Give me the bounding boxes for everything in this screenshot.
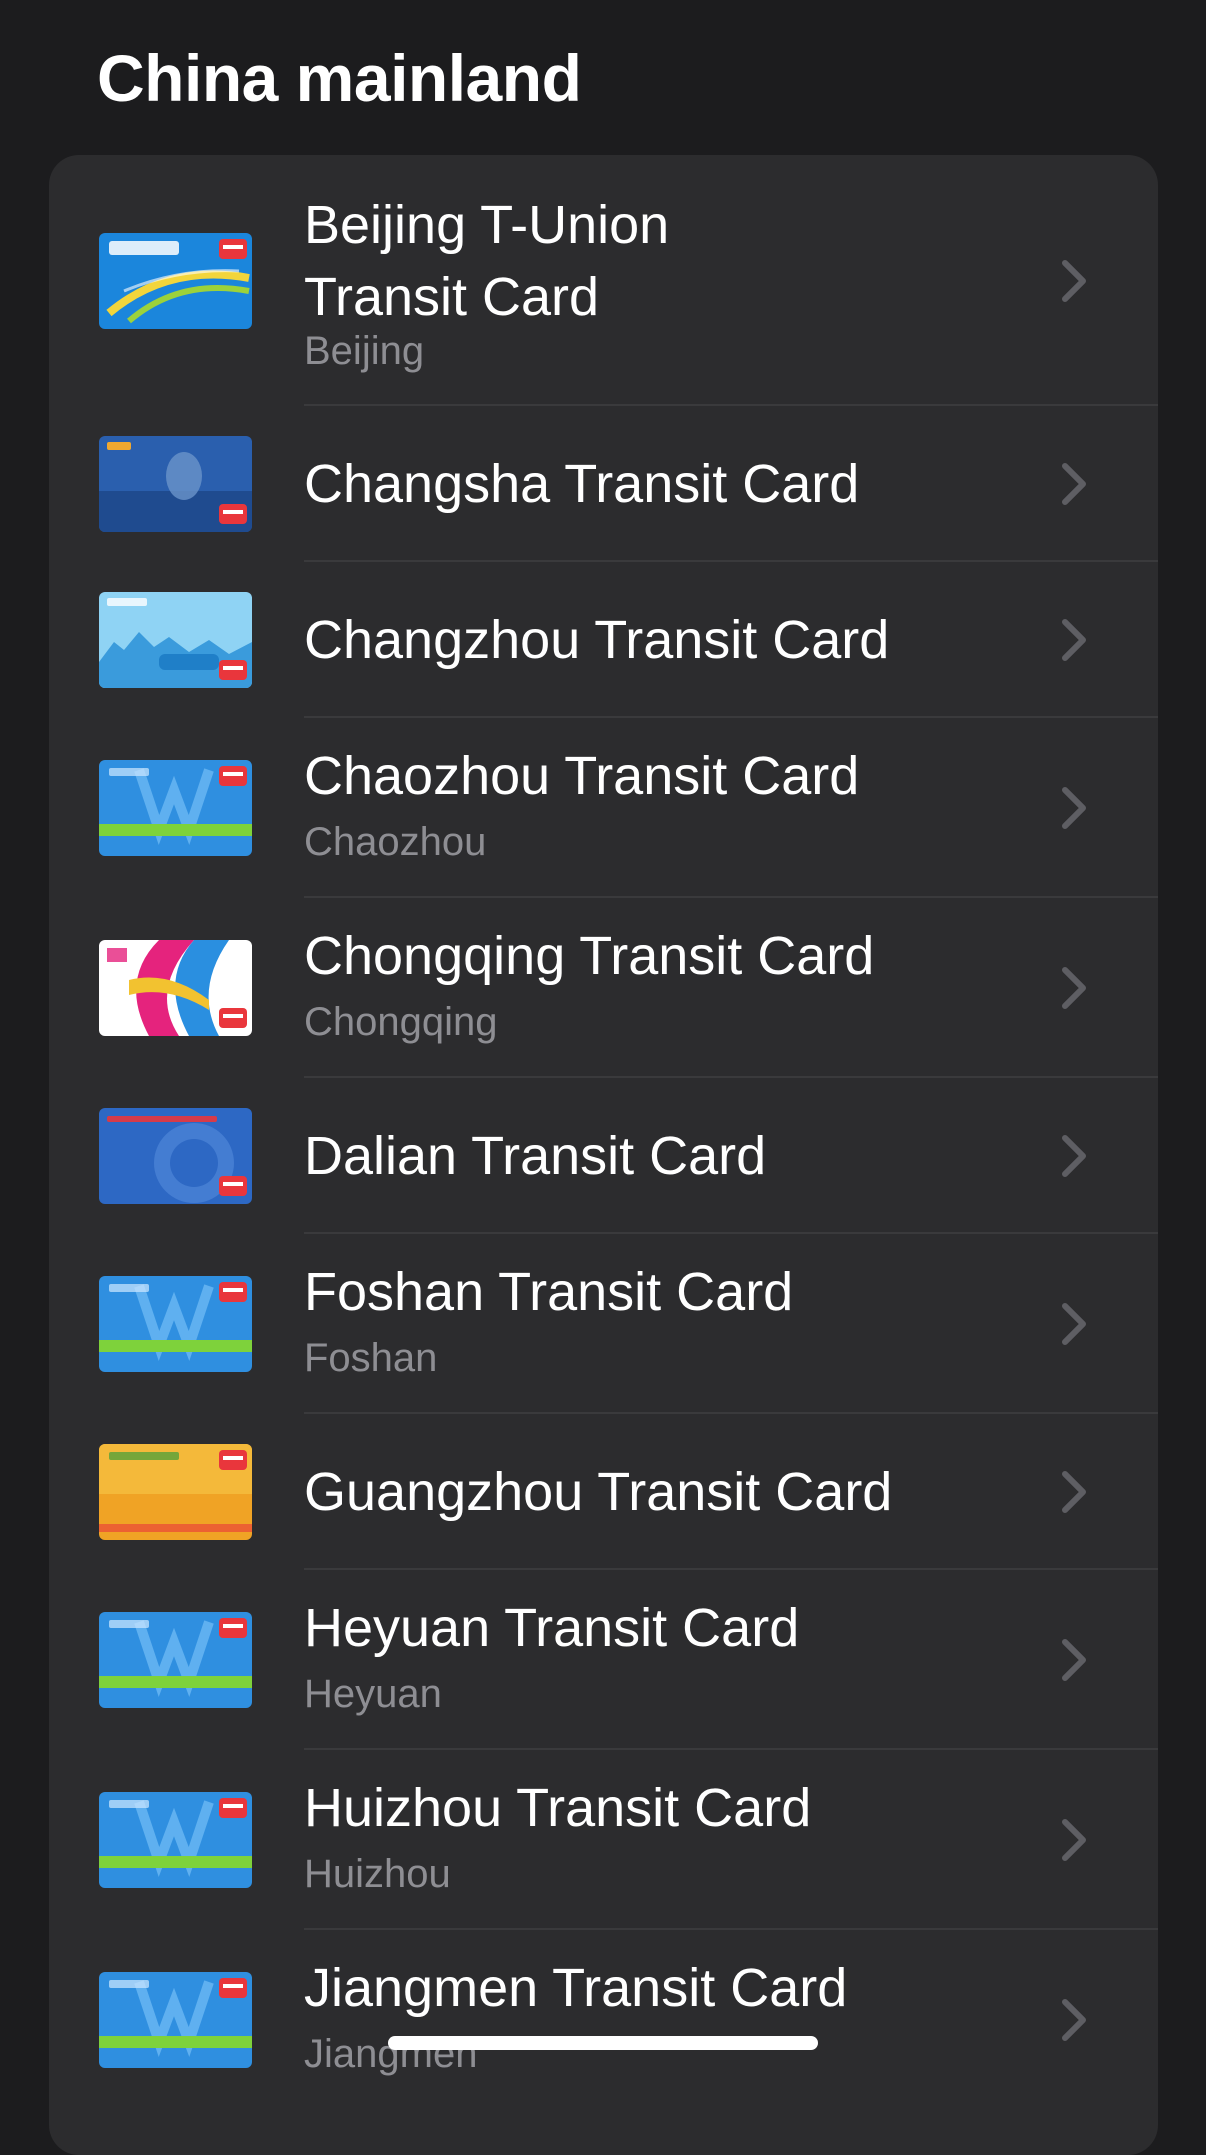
- home-indicator[interactable]: [388, 2036, 818, 2050]
- guangdong-lingnan-card-art: [99, 1612, 252, 1708]
- list-item-chaozhou[interactable]: Chaozhou Transit Card Chaozhou: [49, 718, 1158, 898]
- changzhou-card-art: [99, 592, 252, 688]
- card-subtitle: Chaozhou: [304, 820, 487, 864]
- section-title: China mainland: [97, 41, 582, 115]
- guangdong-lingnan-card-art: [99, 760, 252, 856]
- card-title: Changsha Transit Card: [304, 454, 860, 514]
- card-thumbnail-huizhou: [99, 1792, 252, 1888]
- dalian-card-art: [99, 1108, 252, 1204]
- chevron-right-icon: [1059, 616, 1089, 664]
- list-item-jiangmen[interactable]: Jiangmen Transit Card Jiangmen: [49, 1930, 1158, 2110]
- chevron-right-icon: [1059, 460, 1089, 508]
- guangzhou-card-art: [99, 1444, 252, 1540]
- card-thumbnail-foshan: [99, 1276, 252, 1372]
- beijing-card-art: [99, 233, 252, 329]
- guangdong-lingnan-card-art: [99, 1792, 252, 1888]
- chevron-right-icon: [1059, 257, 1089, 305]
- chevron-right-icon: [1059, 1636, 1089, 1684]
- transit-card-list: Beijing T-Union Transit Card Beijing Cha…: [49, 155, 1158, 2155]
- card-thumbnail-chongqing: [99, 940, 252, 1036]
- list-item-beijing[interactable]: Beijing T-Union Transit Card Beijing: [49, 155, 1158, 406]
- list-item-dalian[interactable]: Dalian Transit Card: [49, 1078, 1158, 1234]
- card-subtitle: Heyuan: [304, 1672, 442, 1716]
- card-thumbnail-guangzhou: [99, 1444, 252, 1540]
- card-title: Dalian Transit Card: [304, 1126, 767, 1186]
- card-title: Changzhou Transit Card: [304, 610, 890, 670]
- card-thumbnail-heyuan: [99, 1612, 252, 1708]
- card-thumbnail-changsha: [99, 436, 252, 532]
- card-title-line-2: Transit Card: [304, 267, 600, 327]
- card-thumbnail-changzhou: [99, 592, 252, 688]
- guangdong-lingnan-card-art: [99, 1972, 252, 2068]
- card-title: Beijing T-Union: [304, 195, 670, 255]
- card-subtitle: Beijing: [304, 329, 425, 373]
- card-title: Huizhou Transit Card: [304, 1778, 812, 1838]
- card-subtitle: Huizhou: [304, 1852, 451, 1896]
- list-item-guangzhou[interactable]: Guangzhou Transit Card: [49, 1414, 1158, 1570]
- card-thumbnail-beijing: [99, 233, 252, 329]
- card-title: Foshan Transit Card: [304, 1262, 794, 1322]
- card-title: Jiangmen Transit Card: [304, 1958, 848, 2018]
- chevron-right-icon: [1059, 1816, 1089, 1864]
- chevron-right-icon: [1059, 784, 1089, 832]
- chevron-right-icon: [1059, 1300, 1089, 1348]
- card-title: Guangzhou Transit Card: [304, 1462, 893, 1522]
- card-subtitle: Chongqing: [304, 1000, 498, 1044]
- list-item-changsha[interactable]: Changsha Transit Card: [49, 406, 1158, 562]
- list-item-foshan[interactable]: Foshan Transit Card Foshan: [49, 1234, 1158, 1414]
- list-item-changzhou[interactable]: Changzhou Transit Card: [49, 562, 1158, 718]
- changsha-card-art: [99, 436, 252, 532]
- card-title: Chongqing Transit Card: [304, 926, 875, 986]
- chevron-right-icon: [1059, 1996, 1089, 2044]
- card-thumbnail-jiangmen: [99, 1972, 252, 2068]
- list-item-huizhou[interactable]: Huizhou Transit Card Huizhou: [49, 1750, 1158, 1930]
- card-subtitle: Foshan: [304, 1336, 438, 1380]
- chevron-right-icon: [1059, 1132, 1089, 1180]
- card-title: Chaozhou Transit Card: [304, 746, 860, 806]
- card-thumbnail-chaozhou: [99, 760, 252, 856]
- chevron-right-icon: [1059, 964, 1089, 1012]
- list-item-heyuan[interactable]: Heyuan Transit Card Heyuan: [49, 1570, 1158, 1750]
- chongqing-card-art: [99, 940, 252, 1036]
- list-item-chongqing[interactable]: Chongqing Transit Card Chongqing: [49, 898, 1158, 1078]
- card-thumbnail-dalian: [99, 1108, 252, 1204]
- card-title: Heyuan Transit Card: [304, 1598, 800, 1658]
- chevron-right-icon: [1059, 1468, 1089, 1516]
- guangdong-lingnan-card-art: [99, 1276, 252, 1372]
